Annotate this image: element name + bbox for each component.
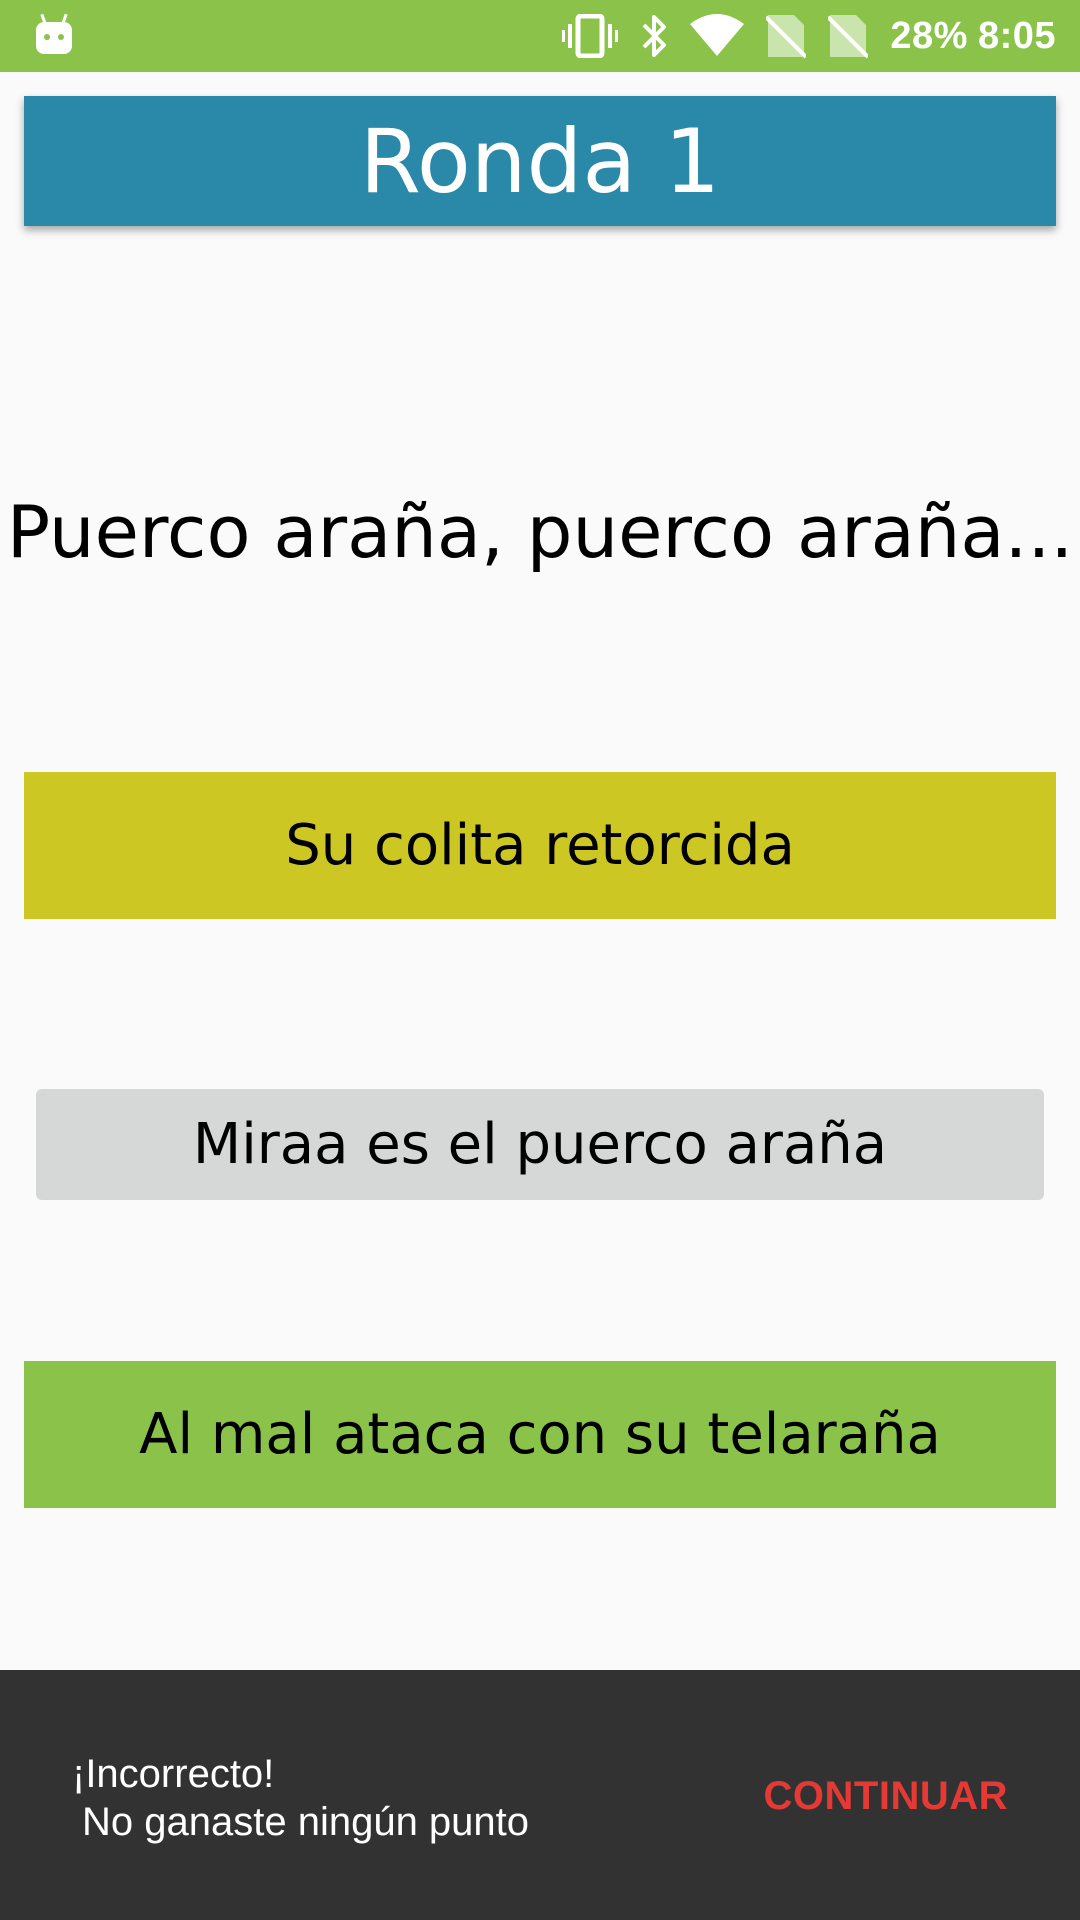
status-icons: 28% 8:05 xyxy=(562,0,1056,72)
android-debug-icon xyxy=(36,13,72,54)
answer-option-label: Miraa es el puerco araña xyxy=(192,1112,888,1177)
answer-option-1[interactable]: Su colita retorcida xyxy=(24,772,1056,919)
snackbar-message: ¡Incorrecto! No ganaste ningún punto xyxy=(72,1750,529,1846)
question-text: Puerco araña, puerco araña... xyxy=(6,490,1074,574)
answer-option-label: Su colita retorcida xyxy=(285,813,795,878)
answer-option-3[interactable]: Al mal ataca con su telaraña xyxy=(24,1361,1056,1508)
continue-button[interactable]: CONTINUAR xyxy=(764,1774,1008,1819)
no-sim-icon xyxy=(766,15,807,59)
result-detail: No ganaste ningún punto xyxy=(82,1800,530,1844)
battery-percent: 28% xyxy=(890,14,968,57)
status-bar: 28% 8:05 xyxy=(0,0,1080,72)
wifi-icon xyxy=(690,14,745,56)
vibrate-icon xyxy=(562,14,619,58)
answer-option-label: Al mal ataca con su telaraña xyxy=(139,1402,941,1467)
answer-option-2[interactable]: Miraa es el puerco araña xyxy=(36,1089,1044,1200)
clock: 8:05 xyxy=(977,14,1056,57)
round-title: Ronda 1 xyxy=(359,109,721,213)
result-snackbar: ¡Incorrecto! No ganaste ningún punto CON… xyxy=(0,1670,1080,1920)
no-sim-icon xyxy=(828,15,869,59)
status-left xyxy=(36,13,72,54)
result-title: ¡Incorrecto! xyxy=(72,1752,275,1796)
round-header: Ronda 1 xyxy=(24,96,1056,226)
bluetooth-icon xyxy=(642,15,667,57)
